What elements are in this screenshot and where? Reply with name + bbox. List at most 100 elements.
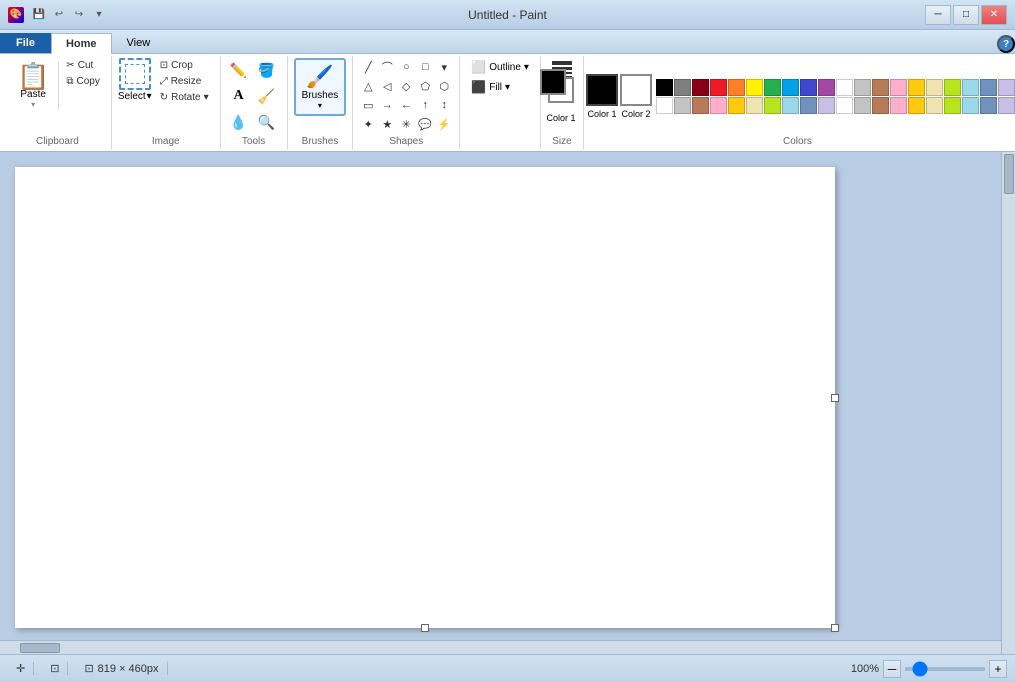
copy-button[interactable]: ⧉ Copy bbox=[61, 74, 105, 89]
shape-pentagon[interactable]: ⬠ bbox=[416, 77, 434, 95]
color-swatch[interactable] bbox=[944, 79, 961, 96]
tab-home[interactable]: Home bbox=[51, 33, 112, 54]
crop-button[interactable]: ⊡ Crop bbox=[155, 58, 214, 73]
magnifier-tool[interactable]: 🔍 bbox=[255, 110, 279, 134]
color-swatch[interactable] bbox=[854, 97, 871, 114]
tab-file[interactable]: File bbox=[0, 33, 51, 53]
color-swatch[interactable] bbox=[746, 97, 763, 114]
zoom-out-button[interactable]: ─ bbox=[883, 660, 901, 678]
color-swatch[interactable] bbox=[854, 79, 871, 96]
color-swatch[interactable] bbox=[908, 97, 925, 114]
color-swatch[interactable] bbox=[998, 97, 1015, 114]
shape-line[interactable]: ╱ bbox=[359, 58, 377, 76]
color-swatch[interactable] bbox=[944, 97, 961, 114]
color1-large-swatch[interactable] bbox=[586, 74, 618, 106]
color-swatch[interactable] bbox=[692, 79, 709, 96]
v-scroll-thumb[interactable] bbox=[1004, 154, 1014, 194]
shape-rect2[interactable]: ▭ bbox=[359, 96, 377, 114]
color1-box[interactable] bbox=[540, 69, 566, 95]
tab-view[interactable]: View bbox=[112, 32, 166, 53]
handle-right[interactable] bbox=[831, 394, 839, 402]
color-swatch[interactable] bbox=[926, 79, 943, 96]
scrollbar-horizontal[interactable] bbox=[0, 640, 1001, 654]
color-swatch[interactable] bbox=[872, 97, 889, 114]
handle-bottom-right[interactable] bbox=[831, 624, 839, 632]
h-scroll-thumb[interactable] bbox=[20, 643, 60, 653]
shape-arrow-l[interactable]: ← bbox=[397, 96, 415, 114]
shape-oval[interactable]: ○ bbox=[397, 58, 415, 76]
shape-arrow-4[interactable]: ↕ bbox=[435, 96, 453, 114]
color-swatch[interactable] bbox=[908, 79, 925, 96]
undo-quick-btn[interactable]: ↩ bbox=[50, 6, 68, 24]
eraser-tool[interactable]: 🧹 bbox=[255, 84, 279, 108]
shape-hex[interactable]: ⬡ bbox=[435, 77, 453, 95]
color-swatch[interactable] bbox=[980, 79, 997, 96]
paste-button[interactable]: 📋 Paste ▾ bbox=[10, 58, 56, 114]
minimize-button[interactable]: ─ bbox=[925, 5, 951, 25]
help-button[interactable]: ? bbox=[997, 35, 1015, 53]
color-swatch[interactable] bbox=[836, 97, 853, 114]
brushes-button[interactable]: 🖌️ Brushes ▾ bbox=[294, 58, 347, 116]
shape-star4[interactable]: ✦ bbox=[359, 115, 377, 133]
color-swatch[interactable] bbox=[728, 79, 745, 96]
color-swatch[interactable] bbox=[656, 79, 673, 96]
shape-star5[interactable]: ★ bbox=[378, 115, 396, 133]
maximize-button[interactable]: □ bbox=[953, 5, 979, 25]
select-button[interactable] bbox=[119, 58, 151, 90]
handle-bottom[interactable] bbox=[421, 624, 429, 632]
shape-triangle[interactable]: △ bbox=[359, 77, 377, 95]
zoom-in-button[interactable]: + bbox=[989, 660, 1007, 678]
color-swatch[interactable] bbox=[872, 79, 889, 96]
pencil-tool[interactable]: ✏️ bbox=[227, 58, 251, 82]
shape-balloon[interactable]: 💬 bbox=[416, 115, 434, 133]
color-swatch[interactable] bbox=[980, 97, 997, 114]
color-swatch[interactable] bbox=[710, 97, 727, 114]
shape-lightning[interactable]: ⚡ bbox=[435, 115, 453, 133]
shape-rect[interactable]: □ bbox=[416, 58, 434, 76]
shape-star6[interactable]: ✳ bbox=[397, 115, 415, 133]
outline-button[interactable]: ⬜ Outline ▾ bbox=[466, 58, 534, 76]
color-swatch[interactable] bbox=[764, 79, 781, 96]
color-swatch[interactable] bbox=[656, 97, 673, 114]
color-swatch[interactable] bbox=[962, 79, 979, 96]
shapes-expand[interactable]: ▾ bbox=[435, 58, 453, 76]
fill-button[interactable]: ⬛ Fill ▾ bbox=[466, 78, 534, 96]
color-swatch[interactable] bbox=[890, 97, 907, 114]
color-swatch[interactable] bbox=[926, 97, 943, 114]
color-swatch[interactable] bbox=[764, 97, 781, 114]
redo-quick-btn[interactable]: ↪ bbox=[70, 6, 88, 24]
color-swatch[interactable] bbox=[818, 97, 835, 114]
color-swatch[interactable] bbox=[890, 79, 907, 96]
cut-button[interactable]: ✂ Cut bbox=[61, 58, 105, 73]
color-picker-tool[interactable]: 💧 bbox=[227, 110, 251, 134]
color-swatch[interactable] bbox=[674, 97, 691, 114]
paint-canvas[interactable] bbox=[15, 167, 835, 628]
color-swatch[interactable] bbox=[782, 79, 799, 96]
color-swatch[interactable] bbox=[782, 97, 799, 114]
shape-arrow-u[interactable]: ↑ bbox=[416, 96, 434, 114]
save-quick-btn[interactable]: 💾 bbox=[30, 6, 48, 24]
color-swatch[interactable] bbox=[728, 97, 745, 114]
customize-quick-btn[interactable]: ▾ bbox=[90, 6, 108, 24]
color-swatch[interactable] bbox=[800, 79, 817, 96]
text-tool[interactable]: A bbox=[227, 84, 251, 108]
rotate-button[interactable]: ↻ Rotate ▾ bbox=[155, 90, 214, 105]
color-swatch[interactable] bbox=[800, 97, 817, 114]
color-swatch[interactable] bbox=[998, 79, 1015, 96]
color-swatch[interactable] bbox=[818, 79, 835, 96]
canvas-scroll-area[interactable] bbox=[0, 152, 1001, 640]
color-swatch[interactable] bbox=[710, 79, 727, 96]
color-swatch[interactable] bbox=[692, 97, 709, 114]
scrollbar-vertical[interactable] bbox=[1001, 152, 1015, 654]
color-swatch[interactable] bbox=[962, 97, 979, 114]
color-swatch[interactable] bbox=[836, 79, 853, 96]
shape-curve[interactable]: ⌒ bbox=[378, 58, 396, 76]
resize-button[interactable]: ⤢ Resize bbox=[155, 74, 214, 89]
close-button[interactable]: ✕ bbox=[981, 5, 1007, 25]
zoom-slider[interactable] bbox=[905, 667, 985, 671]
shape-rtriangle[interactable]: ◁ bbox=[378, 77, 396, 95]
shape-diamond[interactable]: ◇ bbox=[397, 77, 415, 95]
color-swatch[interactable] bbox=[674, 79, 691, 96]
fill-tool[interactable]: 🪣 bbox=[255, 58, 279, 82]
shape-arrow-r[interactable]: → bbox=[378, 96, 396, 114]
